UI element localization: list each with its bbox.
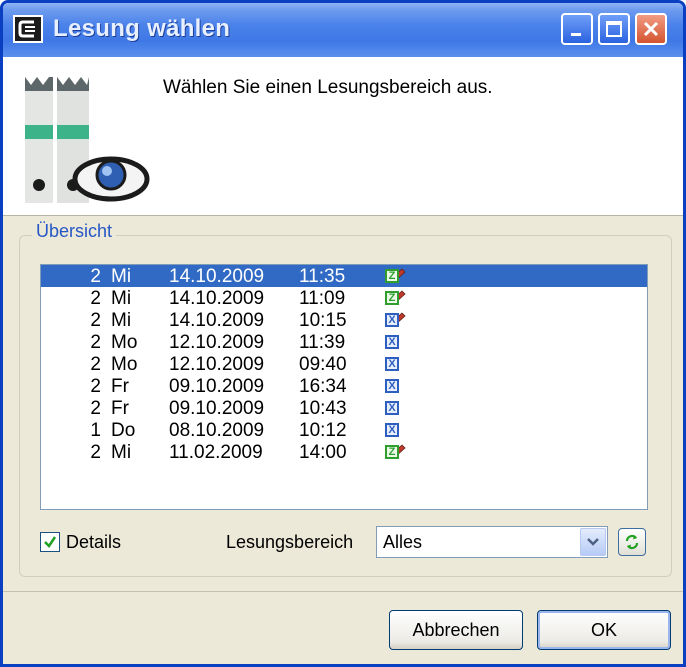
row-count: 2 — [90, 310, 101, 331]
row-day: Mi — [111, 266, 132, 287]
row-day: Mo — [111, 332, 138, 353]
list-item[interactable]: 2 Fr 09.10.2009 16:34 X — [41, 375, 647, 397]
z-icon: Z — [385, 445, 399, 459]
list-item[interactable]: 2 Fr 09.10.2009 10:43 X — [41, 397, 647, 419]
lesungsbereich-select[interactable]: Alles — [376, 526, 608, 558]
row-date: 09.10.2009 — [169, 398, 265, 419]
row-date: 09.10.2009 — [169, 376, 265, 397]
button-separator — [3, 591, 683, 592]
close-button[interactable] — [635, 13, 667, 45]
row-time: 16:34 — [299, 376, 347, 397]
z-icon: Z — [385, 269, 399, 283]
details-label: Details — [66, 532, 122, 552]
refresh-icon — [625, 534, 639, 550]
row-day: Do — [111, 420, 136, 441]
row-icons: Z — [385, 444, 407, 466]
row-count: 2 — [90, 332, 101, 353]
row-count: 2 — [90, 376, 101, 397]
x-icon: X — [385, 335, 399, 349]
lesungsbereich-value: Alles — [383, 532, 423, 552]
row-time: 10:43 — [299, 398, 347, 419]
row-day: Fr — [111, 376, 129, 397]
x-icon: X — [385, 313, 399, 327]
row-date: 08.10.2009 — [169, 420, 265, 441]
refresh-button[interactable] — [618, 528, 646, 556]
row-time: 11:39 — [299, 332, 346, 353]
row-count: 2 — [90, 398, 101, 419]
row-date: 11.02.2009 — [169, 442, 263, 463]
row-day: Mi — [111, 310, 132, 331]
reading-list[interactable]: 2 Mi 14.10.2009 11:35 Z 2 Mi 14.10.2009 11:09 Z 2 M… — [40, 264, 648, 510]
app-icon — [13, 15, 43, 43]
header-instruction: Wählen Sie einen Lesungsbereich aus. — [163, 77, 493, 98]
x-icon: X — [385, 423, 399, 437]
list-item[interactable]: 2 Mi 14.10.2009 11:35 Z — [41, 265, 647, 287]
title-bar[interactable]: Lesung wählen — [3, 3, 683, 57]
x-icon: X — [385, 401, 399, 415]
row-date: 14.10.2009 — [169, 266, 265, 287]
row-count: 2 — [90, 266, 101, 287]
maximize-button[interactable] — [598, 13, 630, 45]
row-time: 10:12 — [299, 420, 347, 441]
list-item[interactable]: 1 Do 08.10.2009 10:12 X — [41, 419, 647, 441]
x-icon: X — [385, 379, 399, 393]
details-checkbox[interactable] — [40, 532, 60, 552]
row-date: 12.10.2009 — [169, 354, 265, 375]
folders-eye-icon — [25, 77, 150, 203]
row-time: 09:40 — [299, 354, 347, 375]
row-day: Mi — [111, 442, 132, 463]
row-day: Fr — [111, 398, 129, 419]
window-title: Lesung wählen — [53, 15, 231, 42]
dialog-header: Wählen Sie einen Lesungsbereich aus. — [3, 57, 683, 216]
list-item[interactable]: 2 Mi 14.10.2009 11:09 Z — [41, 287, 647, 309]
row-count: 1 — [90, 420, 101, 441]
minimize-button[interactable] — [561, 13, 593, 45]
row-time: 11:09 — [299, 288, 346, 309]
ok-button[interactable]: OK — [537, 610, 671, 650]
row-count: 2 — [90, 442, 101, 463]
row-day: Mi — [111, 288, 132, 309]
row-time: 11:35 — [299, 266, 346, 287]
row-date: 14.10.2009 — [169, 288, 265, 309]
overview-label: Übersicht — [32, 221, 117, 242]
list-item[interactable]: 2 Mo 12.10.2009 09:40 X — [41, 353, 647, 375]
list-item[interactable]: 2 Mi 14.10.2009 10:15 X — [41, 309, 647, 331]
x-icon: X — [385, 357, 399, 371]
row-day: Mo — [111, 354, 138, 375]
chevron-down-icon[interactable] — [580, 528, 606, 556]
row-time: 14:00 — [299, 442, 347, 463]
row-count: 2 — [90, 354, 101, 375]
row-date: 12.10.2009 — [169, 332, 265, 353]
z-icon: Z — [385, 291, 399, 305]
row-count: 2 — [90, 288, 101, 309]
lesungsbereich-label: Lesungsbereich — [226, 532, 354, 552]
dialog-window: Lesung wählen Wählen Sie einen Lesungsbe… — [0, 0, 686, 667]
cancel-button[interactable]: Abbrechen — [389, 610, 523, 650]
row-time: 10:15 — [299, 310, 347, 331]
list-item[interactable]: 2 Mi 11.02.2009 14:00 Z — [41, 441, 647, 463]
row-date: 14.10.2009 — [169, 310, 265, 331]
list-item[interactable]: 2 Mo 12.10.2009 11:39 X — [41, 331, 647, 353]
overview-group: Übersicht 2 Mi 14.10.2009 11:35 Z 2 Mi 14.10.20… — [19, 221, 672, 577]
